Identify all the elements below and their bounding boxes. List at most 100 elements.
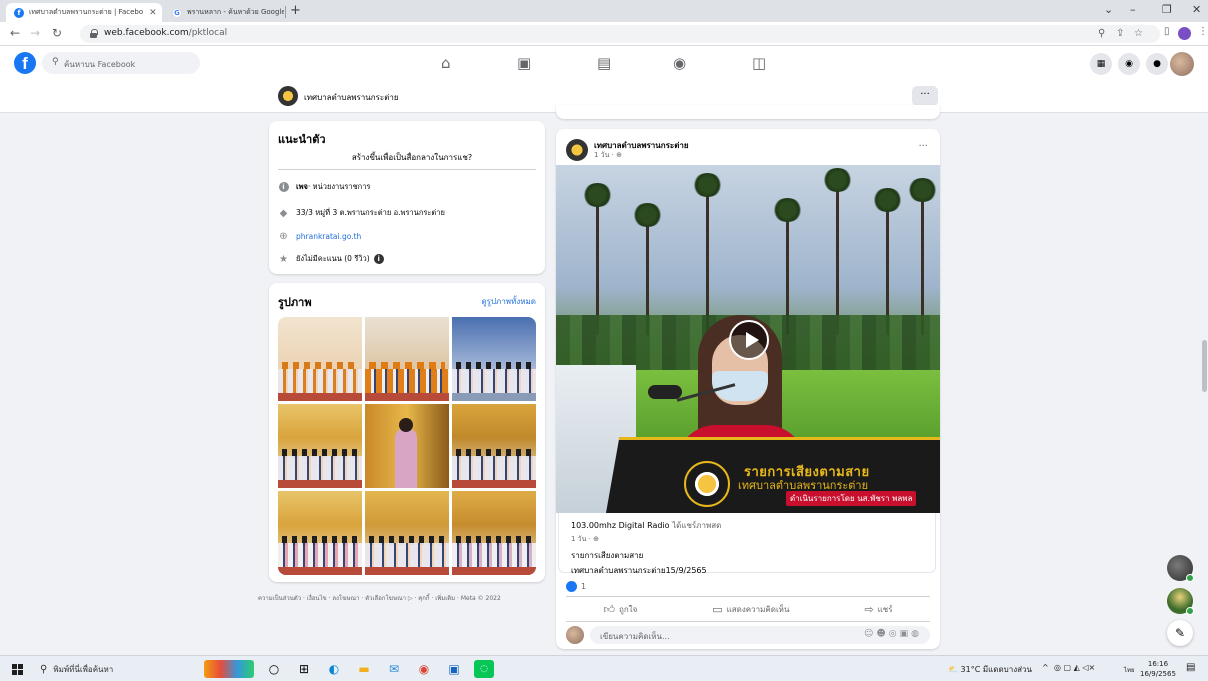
location-icon: ◆ xyxy=(279,207,288,219)
post-options-icon[interactable]: ··· xyxy=(918,141,928,152)
online-indicator xyxy=(1186,574,1194,582)
footer-links[interactable]: ความเป็นส่วนตัว · เงื่อนไข · ลงโฆษณา · ต… xyxy=(258,594,558,603)
shared-action: ได้แชร์ภาพสด xyxy=(669,521,722,530)
zoom-icon[interactable]: ⚲ xyxy=(1098,28,1105,39)
tab-facebook[interactable]: f เทศบาลตำบลพรานกระต่าย | Facebo ✕ xyxy=(6,3,162,22)
home-icon[interactable]: ⌂ xyxy=(441,54,451,72)
task-manager-icon[interactable]: ⊞ xyxy=(294,660,314,678)
side-panel-icon[interactable]: ▯ xyxy=(1164,26,1170,37)
facebook-search-field[interactable]: ⚲ ค้นหาบน Facebook xyxy=(42,52,200,74)
windows-taskbar: ⚲ พิมพ์ที่นี่เพื่อค้นหา ○ ⊞ ◐ ▬ ✉ ◉ ▣ ◌ ⛅… xyxy=(0,655,1208,681)
mail-icon[interactable]: ✉ xyxy=(384,660,404,678)
like-button[interactable]: 👍︎ ถูกใจ xyxy=(603,603,637,616)
input-language[interactable]: ไทย xyxy=(1124,665,1135,675)
website-link[interactable]: phrankratai.go.th xyxy=(296,232,361,241)
intro-bio: สร้างขึ้นเพื่อเป็นสื่อกลางในการแช? xyxy=(351,153,473,162)
page-avatar[interactable] xyxy=(278,86,298,106)
messenger-icon[interactable]: ◉ xyxy=(1118,53,1140,75)
comment-button[interactable]: ▭ แสดงความคิดเห็น xyxy=(712,603,789,616)
watch-icon[interactable]: ▣ xyxy=(517,54,531,72)
microphone xyxy=(648,385,682,399)
photo-thumbnail[interactable] xyxy=(365,491,449,575)
photo-thumbnail[interactable] xyxy=(278,404,362,488)
edge-icon[interactable]: ◐ xyxy=(324,660,344,678)
profile-avatar[interactable] xyxy=(1178,27,1191,40)
comment-attachment-icons[interactable]: ☺☻◎▣◍ xyxy=(864,629,922,639)
tab-title: เทศบาลตำบลพรานกระต่าย | Facebo xyxy=(29,8,144,16)
tab-search-icon[interactable]: ⌄ xyxy=(1104,3,1113,16)
address-bar[interactable]: web.facebook.com/pktlocal ⚲ ⇪ ☆ xyxy=(80,25,1160,43)
windows-start-icon[interactable] xyxy=(12,664,23,675)
share-page-icon[interactable]: ⇪ xyxy=(1116,28,1124,39)
tray-chevron-icon[interactable]: ^ xyxy=(1042,663,1049,672)
file-explorer-icon[interactable]: ▬ xyxy=(354,660,374,678)
notification-center-icon[interactable]: ▤ xyxy=(1186,662,1200,676)
page-scrollbar[interactable] xyxy=(1202,340,1207,392)
taskbar-search[interactable]: ⚲ พิมพ์ที่นี่เพื่อค้นหา xyxy=(40,663,113,676)
photo-thumbnail[interactable] xyxy=(452,317,536,401)
rating-row: ★ ยังไม่มีคะแนน (0 รีวิว) i xyxy=(278,253,384,265)
word-icon[interactable]: ▣ xyxy=(444,660,464,678)
new-tab-button[interactable]: + xyxy=(290,3,301,18)
close-window-button[interactable]: ✕ xyxy=(1192,3,1201,16)
shared-source-line: 103.00mhz Digital Radio ได้แชร์ภาพสด xyxy=(571,519,923,532)
contact-avatar[interactable] xyxy=(1167,588,1194,615)
info-icon: i xyxy=(278,182,289,193)
divider xyxy=(278,169,536,170)
weather-widget[interactable]: ⛅ 31°C มีแดดบางส่วน xyxy=(948,663,1032,676)
account-avatar[interactable] xyxy=(1170,52,1194,76)
shared-source-name[interactable]: 103.00mhz Digital Radio xyxy=(571,521,670,530)
marketplace-icon[interactable]: ▤ xyxy=(597,54,611,72)
gaming-icon[interactable]: ◫ xyxy=(752,54,766,72)
rating-info-icon[interactable]: i xyxy=(373,254,384,264)
menu-grid-icon[interactable]: ▦ xyxy=(1090,53,1112,75)
taskbar-apps: ○ ⊞ ◐ ▬ ✉ ◉ ▣ ◌ xyxy=(204,660,504,678)
photo-thumbnail[interactable] xyxy=(452,491,536,575)
forward-icon[interactable]: → xyxy=(30,26,40,40)
notifications-icon[interactable]: ● xyxy=(1146,53,1168,75)
post-timestamp[interactable]: 1 วัน · ⊕ xyxy=(594,150,622,161)
banner-host: ดำเนินรายการโดย นส.พัชรา พลพล xyxy=(786,491,917,506)
bookmark-star-icon[interactable]: ☆ xyxy=(1134,28,1143,39)
restore-button[interactable]: ❐ xyxy=(1162,3,1172,16)
see-all-photos-link[interactable]: ดูรูปภาพทั้งหมด xyxy=(481,295,536,308)
photo-thumbnail[interactable] xyxy=(452,404,536,488)
widgets-icon[interactable] xyxy=(204,660,254,678)
tab-google[interactable]: G พรานหลาก - ค้นหาด้วย Google ✕ xyxy=(164,3,284,22)
post-video[interactable]: รายการเสียงตามสาย เทศบาลตำบลพรานกระต่าย … xyxy=(556,165,940,513)
post-author-avatar[interactable] xyxy=(566,139,588,161)
contact-avatar[interactable] xyxy=(1167,555,1194,582)
groups-icon[interactable]: ◉ xyxy=(673,54,686,72)
new-message-icon[interactable]: ✎ xyxy=(1167,620,1193,646)
photo-thumbnail[interactable] xyxy=(278,491,362,575)
reload-icon[interactable]: ↻ xyxy=(52,26,62,40)
commenter-avatar xyxy=(566,626,584,644)
share-button[interactable]: ⇨ แชร์ xyxy=(864,603,892,616)
comment-placeholder: เขียนความคิดเห็น... xyxy=(600,632,670,641)
close-tab-icon[interactable]: ✕ xyxy=(143,8,157,18)
reaction-summary[interactable]: 1 xyxy=(566,581,586,592)
weather-icon: ⛅ xyxy=(948,665,958,674)
back-icon[interactable]: ← xyxy=(10,26,20,40)
comment-input[interactable]: เขียนความคิดเห็น... ☺☻◎▣◍ xyxy=(590,626,930,644)
tray-icons[interactable]: ◎ ▢ ◭ ◁× xyxy=(1054,663,1095,672)
photo-thumbnail[interactable] xyxy=(278,317,362,401)
online-indicator xyxy=(1186,607,1194,615)
chrome-icon[interactable]: ◉ xyxy=(414,660,434,678)
line-app-icon[interactable]: ◌ xyxy=(474,660,494,678)
photo-thumbnail[interactable] xyxy=(365,317,449,401)
facebook-logo-icon[interactable]: f xyxy=(14,52,36,74)
page-category-row: i เพจ · หน่วยงานราชการ xyxy=(278,181,370,193)
browser-menu-icon[interactable]: ⋮ xyxy=(1198,26,1208,37)
address-row: ◆ 33/3 หมู่ที่ 3 ต.พรานกระต่าย อ.พรานกระ… xyxy=(278,207,445,219)
lock-icon xyxy=(90,29,98,38)
minimize-button[interactable]: – xyxy=(1130,3,1136,16)
task-view-icon[interactable]: ○ xyxy=(264,660,284,678)
play-icon[interactable] xyxy=(729,320,769,360)
like-reaction-icon xyxy=(566,581,577,592)
shared-timestamp[interactable]: 1 วัน · ⊕ xyxy=(571,534,923,545)
page-more-button[interactable]: ··· xyxy=(912,86,938,106)
page-name[interactable]: เทศบาลตำบลพรานกระต่าย xyxy=(304,91,399,104)
photo-thumbnail[interactable] xyxy=(365,404,449,488)
clock[interactable]: 16:16 16/9/2565 xyxy=(1140,659,1176,679)
